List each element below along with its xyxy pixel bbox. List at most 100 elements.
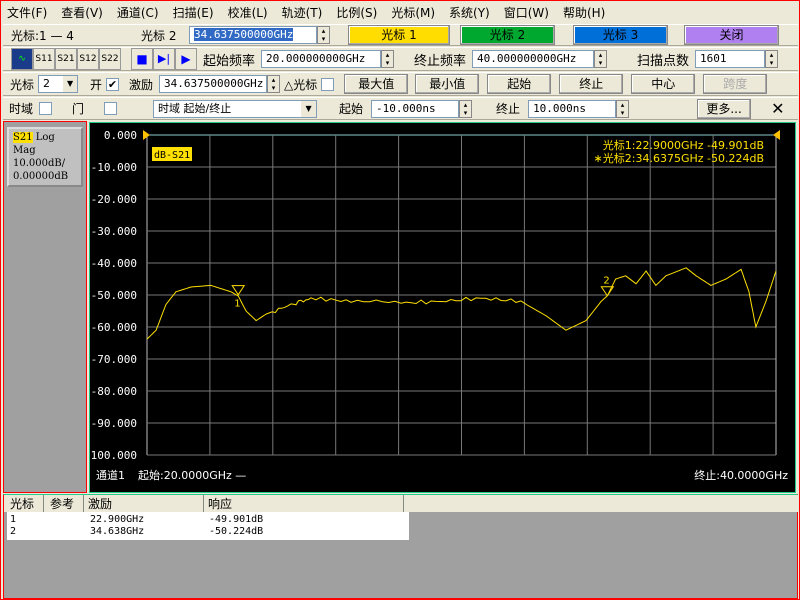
marker-select-label: 光标 xyxy=(10,76,34,93)
sweep-toolbar: ∿ S11 S21 S12 S22 ■ ▶| ▶ 起始频率 20.0000000… xyxy=(3,47,798,71)
time-domain-checkbox[interactable] xyxy=(39,102,52,115)
col-marker[interactable]: 光标 xyxy=(4,495,44,512)
table-row[interactable]: 234.638GHz-50.224dB xyxy=(7,526,409,538)
sweep-points-input[interactable]: 1601 xyxy=(695,50,765,68)
stop-freq-spinner[interactable]: ▴▾ xyxy=(594,50,607,68)
delta-marker-checkbox[interactable] xyxy=(321,78,334,91)
marker-value-input[interactable]: 34.637500000GHz xyxy=(194,28,293,41)
sweep-points-spinner[interactable]: ▴▾ xyxy=(765,50,778,68)
time-stop-spinner[interactable]: ▴▾ xyxy=(616,100,629,118)
menu-marker[interactable]: 光标(M) xyxy=(391,4,435,21)
marker-label: 光标 2 xyxy=(141,27,189,44)
menu-calibration[interactable]: 校准(L) xyxy=(228,4,268,21)
stop-freq-input[interactable]: 40.000000000GHz xyxy=(472,50,594,68)
marker-table-header: 光标 参考 激励 响应 xyxy=(4,495,799,512)
y-tick-label: 0.000 xyxy=(104,129,137,142)
s22-button[interactable]: S22 xyxy=(99,48,121,70)
marker-3-button[interactable]: 光标 3 xyxy=(573,25,668,45)
gate-checkbox[interactable] xyxy=(104,102,117,115)
center-button[interactable]: 中心 xyxy=(631,74,695,94)
span-button: 跨度 xyxy=(703,74,767,94)
col-response[interactable]: 响应 xyxy=(204,495,404,512)
menu-trace[interactable]: 轨迹(T) xyxy=(282,4,323,21)
s21-button[interactable]: S21 xyxy=(55,48,77,70)
menu-window[interactable]: 窗口(W) xyxy=(504,4,549,21)
start-button[interactable]: 起始 xyxy=(487,74,551,94)
marker-select[interactable]: 2▼ xyxy=(38,75,78,93)
stimulus-input[interactable]: 34.637500000GHz xyxy=(159,75,267,93)
col-stimulus[interactable]: 激励 xyxy=(84,495,204,512)
on-checkbox[interactable]: ✔ xyxy=(106,78,119,91)
y-tick-label: -80.000 xyxy=(91,385,137,398)
marker-table-body: 122.900GHz-49.901dB 234.638GHz-50.224dB xyxy=(7,512,409,540)
time-start-spinner[interactable]: ▴▾ xyxy=(459,100,472,118)
chart-area: 0.000 -10.000 -20.000 -30.000 -40.000 -50.000… xyxy=(89,122,796,493)
more-button[interactable]: 更多... xyxy=(697,99,751,119)
y-tick-label: -60.000 xyxy=(91,321,137,334)
marker-value-spinner[interactable]: ▴▾ xyxy=(317,26,330,44)
y-tick-label: -20.000 xyxy=(91,193,137,206)
stimulus-label: 激励 xyxy=(129,76,153,93)
time-domain-toolbar: 时域 门 时域 起始/终止▼ 起始 -10.000ns ▴▾ 终止 10.000… xyxy=(3,97,798,120)
y-tick-label: -40.000 xyxy=(91,257,137,270)
max-button[interactable]: 最大值 xyxy=(344,74,408,94)
footer-stop: 终止:40.0000GHz xyxy=(694,468,788,482)
on-label: 开 xyxy=(90,76,102,93)
menu-help[interactable]: 帮助(H) xyxy=(563,4,605,21)
menu-scale[interactable]: 比例(S) xyxy=(336,4,377,21)
marker-1-label: 1 xyxy=(234,299,240,310)
delta-marker-label: △光标 xyxy=(284,76,317,93)
menu-bar: 文件(F) 查看(V) 通道(C) 扫描(E) 校准(L) 轨迹(T) 比例(S… xyxy=(1,1,799,23)
marker-readout: 光标1:22.9000GHz -49.901dB xyxy=(603,138,764,152)
marker-readout: ∗光标2:34.6375GHz -50.224dB xyxy=(594,151,764,165)
marker-2-label: 2 xyxy=(603,276,609,287)
menu-system[interactable]: 系统(Y) xyxy=(449,4,490,21)
continuous-sweep-icon[interactable]: ▶ xyxy=(175,48,197,70)
time-stop-input[interactable]: 10.000ns xyxy=(528,100,616,118)
y-tick-label: -10.000 xyxy=(91,161,137,174)
gate-label: 门 xyxy=(72,100,84,117)
menu-file[interactable]: 文件(F) xyxy=(7,4,47,21)
footer-channel: 通道1 xyxy=(96,468,125,482)
menu-sweep[interactable]: 扫描(E) xyxy=(173,4,214,21)
close-icon[interactable]: ✕ xyxy=(771,99,784,118)
y-tick-label: -100.000 xyxy=(90,449,137,462)
s11-button[interactable]: S11 xyxy=(33,48,55,70)
sweep-points-label: 扫描点数 xyxy=(637,50,689,69)
trace-panel: S21 Log Mag 10.000dB/0.00000dB xyxy=(3,121,87,493)
stop-freq-label: 终止频率 xyxy=(414,50,466,69)
menu-view[interactable]: 查看(V) xyxy=(61,4,103,21)
start-freq-input[interactable]: 20.000000000GHz xyxy=(261,50,381,68)
stop-button[interactable]: 终止 xyxy=(559,74,623,94)
start-freq-spinner[interactable]: ▴▾ xyxy=(381,50,394,68)
menu-channel[interactable]: 通道(C) xyxy=(117,4,159,21)
marker-search-toolbar: 光标 2▼ 开 ✔ 激励 34.637500000GHz ▴▾ △光标 最大值 … xyxy=(3,72,798,96)
trace-title: dB-S21 xyxy=(154,150,190,161)
marker-off-button[interactable]: 关闭 xyxy=(684,25,779,45)
display-icon[interactable]: ∿ xyxy=(11,48,33,70)
marker-toolbar: 光标:1 — 4 光标 2 34.637500000GHz ▴▾ 光标 1 光标… xyxy=(3,24,798,46)
marker-range-label: 光标:1 — 4 xyxy=(11,27,141,44)
time-domain-label: 时域 xyxy=(9,100,33,117)
marker-1-button[interactable]: 光标 1 xyxy=(348,25,450,45)
stop-icon[interactable]: ■ xyxy=(131,48,153,70)
y-tick-label: -50.000 xyxy=(91,289,137,302)
trace-info[interactable]: S21 Log Mag 10.000dB/0.00000dB xyxy=(7,127,83,187)
time-stop-label: 终止 xyxy=(496,100,520,117)
time-start-input[interactable]: -10.000ns xyxy=(371,100,459,118)
col-reference[interactable]: 参考 xyxy=(44,495,84,512)
footer-start: 起始:20.0000GHz — xyxy=(138,468,246,482)
s21-plot: 0.000 -10.000 -20.000 -30.000 -40.000 -50.000… xyxy=(90,123,795,492)
min-button[interactable]: 最小值 xyxy=(415,74,479,94)
time-mode-select[interactable]: 时域 起始/终止▼ xyxy=(153,100,317,118)
y-tick-label: -30.000 xyxy=(91,225,137,238)
single-sweep-icon[interactable]: ▶| xyxy=(153,48,175,70)
stimulus-spinner[interactable]: ▴▾ xyxy=(267,75,280,93)
time-start-label: 起始 xyxy=(339,100,363,117)
marker-table-panel: 光标 参考 激励 响应 122.900GHz-49.901dB 234.638G… xyxy=(3,494,798,599)
marker-2-button[interactable]: 光标 2 xyxy=(460,25,555,45)
y-tick-label: -70.000 xyxy=(91,353,137,366)
table-row[interactable]: 122.900GHz-49.901dB xyxy=(7,514,409,526)
s12-button[interactable]: S12 xyxy=(77,48,99,70)
y-tick-label: -90.000 xyxy=(91,417,137,430)
